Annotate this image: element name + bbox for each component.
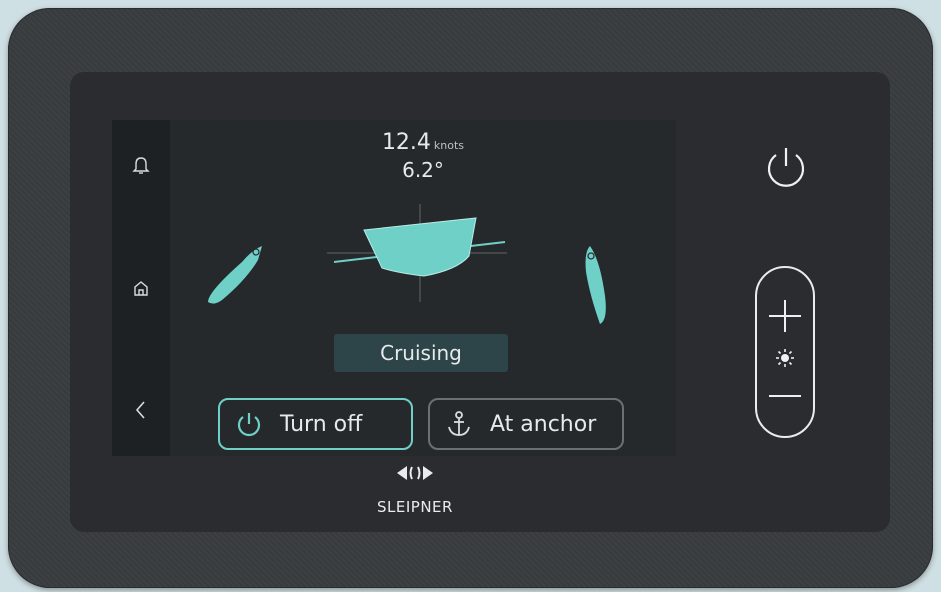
mode-badge: Cruising xyxy=(334,334,508,372)
plus-icon[interactable] xyxy=(767,298,803,334)
at-anchor-button[interactable]: At anchor xyxy=(428,398,624,450)
power-icon xyxy=(237,413,261,437)
turn-off-label: Turn off xyxy=(280,411,363,437)
touch-screen: 12.4 knots 6.2° Cruising Turn off At anch… xyxy=(112,120,676,456)
brightness-icon xyxy=(776,349,794,367)
at-anchor-label: At anchor xyxy=(490,411,597,437)
brand-name: SLEIPNER xyxy=(377,498,453,516)
anchor-icon xyxy=(448,411,470,436)
turn-off-button[interactable]: Turn off xyxy=(218,398,413,450)
minus-icon[interactable] xyxy=(767,378,803,414)
hardware-power-button[interactable] xyxy=(760,142,812,194)
hull-icon xyxy=(363,217,477,277)
brightness-control xyxy=(755,266,815,438)
sleipner-logo-icon xyxy=(397,466,433,480)
